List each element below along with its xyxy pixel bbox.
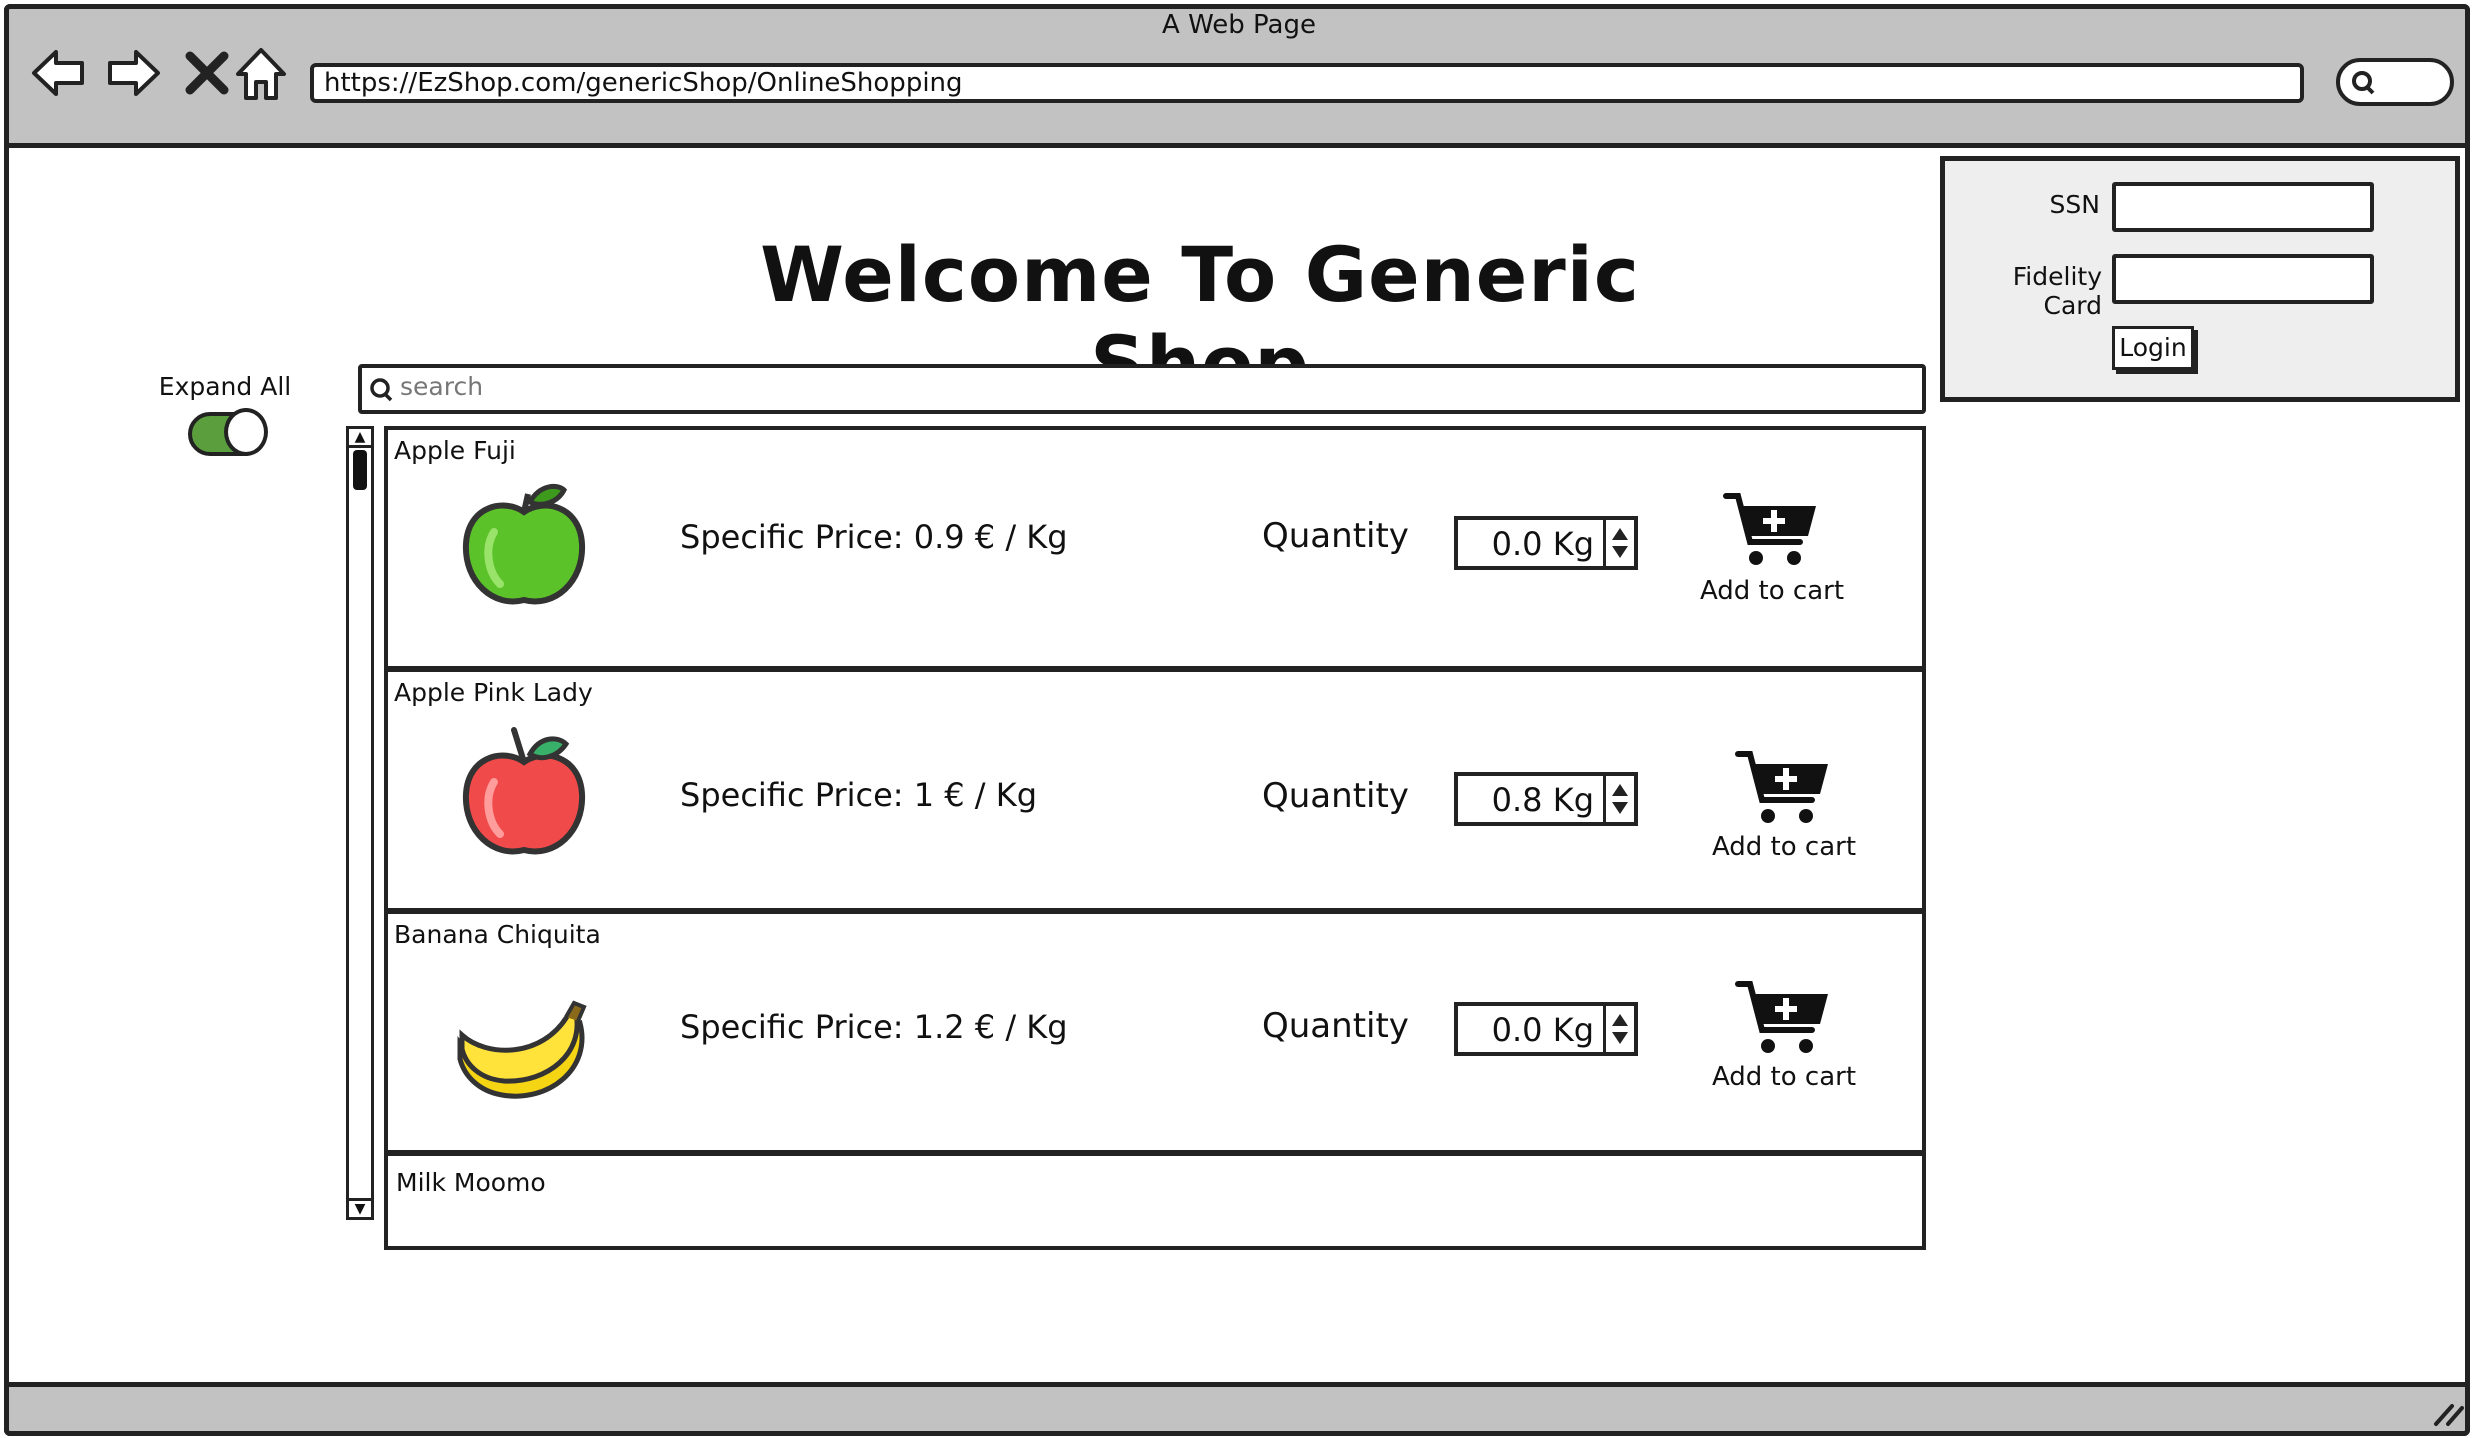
- search-icon: [370, 378, 393, 402]
- fidelity-card-field[interactable]: [2112, 254, 2374, 304]
- status-bar: [4, 1382, 2470, 1436]
- product-price: Specific Price: 1.2 € / Kg: [680, 1008, 1068, 1046]
- quantity-value[interactable]: 0.8 Kg: [1458, 776, 1594, 822]
- search-placeholder: search: [400, 372, 484, 401]
- add-to-cart-label[interactable]: Add to cart: [1672, 576, 1872, 606]
- toggle-knob[interactable]: [224, 408, 268, 456]
- product-name: Milk Moomo: [396, 1168, 546, 1197]
- quantity-stepper[interactable]: 0.0 Kg: [1454, 1002, 1638, 1056]
- quantity-stepper[interactable]: 0.8 Kg: [1454, 772, 1638, 826]
- quantity-label: Quantity: [1262, 776, 1409, 816]
- ssn-label: SSN: [2049, 190, 2100, 219]
- product-price: Specific Price: 0.9 € / Kg: [680, 518, 1068, 556]
- login-button[interactable]: Login: [2112, 326, 2194, 370]
- resize-grip-icon[interactable]: [2430, 1398, 2466, 1428]
- forward-arrow-icon[interactable]: [104, 44, 162, 102]
- green-apple-icon: [462, 483, 586, 605]
- quantity-label: Quantity: [1262, 516, 1409, 556]
- quantity-value[interactable]: 0.0 Kg: [1458, 1006, 1594, 1052]
- add-to-cart-label[interactable]: Add to cart: [1684, 832, 1884, 862]
- add-to-cart-icon[interactable]: [1722, 490, 1818, 570]
- magnifier-icon: [2352, 71, 2375, 95]
- back-arrow-icon[interactable]: [30, 44, 88, 102]
- product-price: Specific Price: 1 € / Kg: [680, 776, 1038, 814]
- quantity-value[interactable]: 0.0 Kg: [1458, 520, 1594, 566]
- product-row-banana-chiquita: [384, 910, 1926, 1154]
- scroll-thumb[interactable]: [353, 450, 367, 490]
- expand-all-label: Expand All: [158, 372, 292, 401]
- scroll-down-button[interactable]: ▼: [346, 1198, 374, 1220]
- add-to-cart-icon[interactable]: [1734, 978, 1830, 1058]
- close-icon[interactable]: [178, 44, 236, 102]
- address-bar[interactable]: https://EzShop.com/genericShop/OnlineSho…: [310, 63, 2304, 103]
- ssn-field[interactable]: [2112, 182, 2374, 232]
- product-name: Apple Fuji: [394, 436, 516, 465]
- product-row-apple-pink-lady: [384, 668, 1926, 912]
- spinner-arrows-icon[interactable]: [1603, 1006, 1634, 1052]
- fidelity-card-label: Fidelity Card: [2012, 262, 2102, 320]
- spinner-arrows-icon[interactable]: [1603, 776, 1634, 822]
- home-icon[interactable]: [232, 44, 290, 102]
- list-scrollbar[interactable]: [346, 426, 374, 1220]
- quantity-label: Quantity: [1262, 1006, 1409, 1046]
- window-title: A Web Page: [1162, 10, 1316, 40]
- add-to-cart-icon[interactable]: [1734, 748, 1830, 828]
- red-apple-icon: [462, 727, 586, 855]
- add-to-cart-label[interactable]: Add to cart: [1684, 1062, 1884, 1092]
- banana-icon: [457, 1000, 587, 1099]
- quantity-stepper[interactable]: 0.0 Kg: [1454, 516, 1638, 570]
- product-name: Banana Chiquita: [394, 920, 601, 949]
- search-input[interactable]: [358, 364, 1926, 414]
- product-name: Apple Pink Lady: [394, 678, 593, 707]
- browser-search-button[interactable]: [2336, 58, 2454, 106]
- product-row-apple-fuji: [384, 426, 1926, 670]
- scroll-up-button[interactable]: ▲: [346, 426, 374, 448]
- spinner-arrows-icon[interactable]: [1603, 520, 1634, 566]
- product-row-milk-moomo: [384, 1152, 1926, 1250]
